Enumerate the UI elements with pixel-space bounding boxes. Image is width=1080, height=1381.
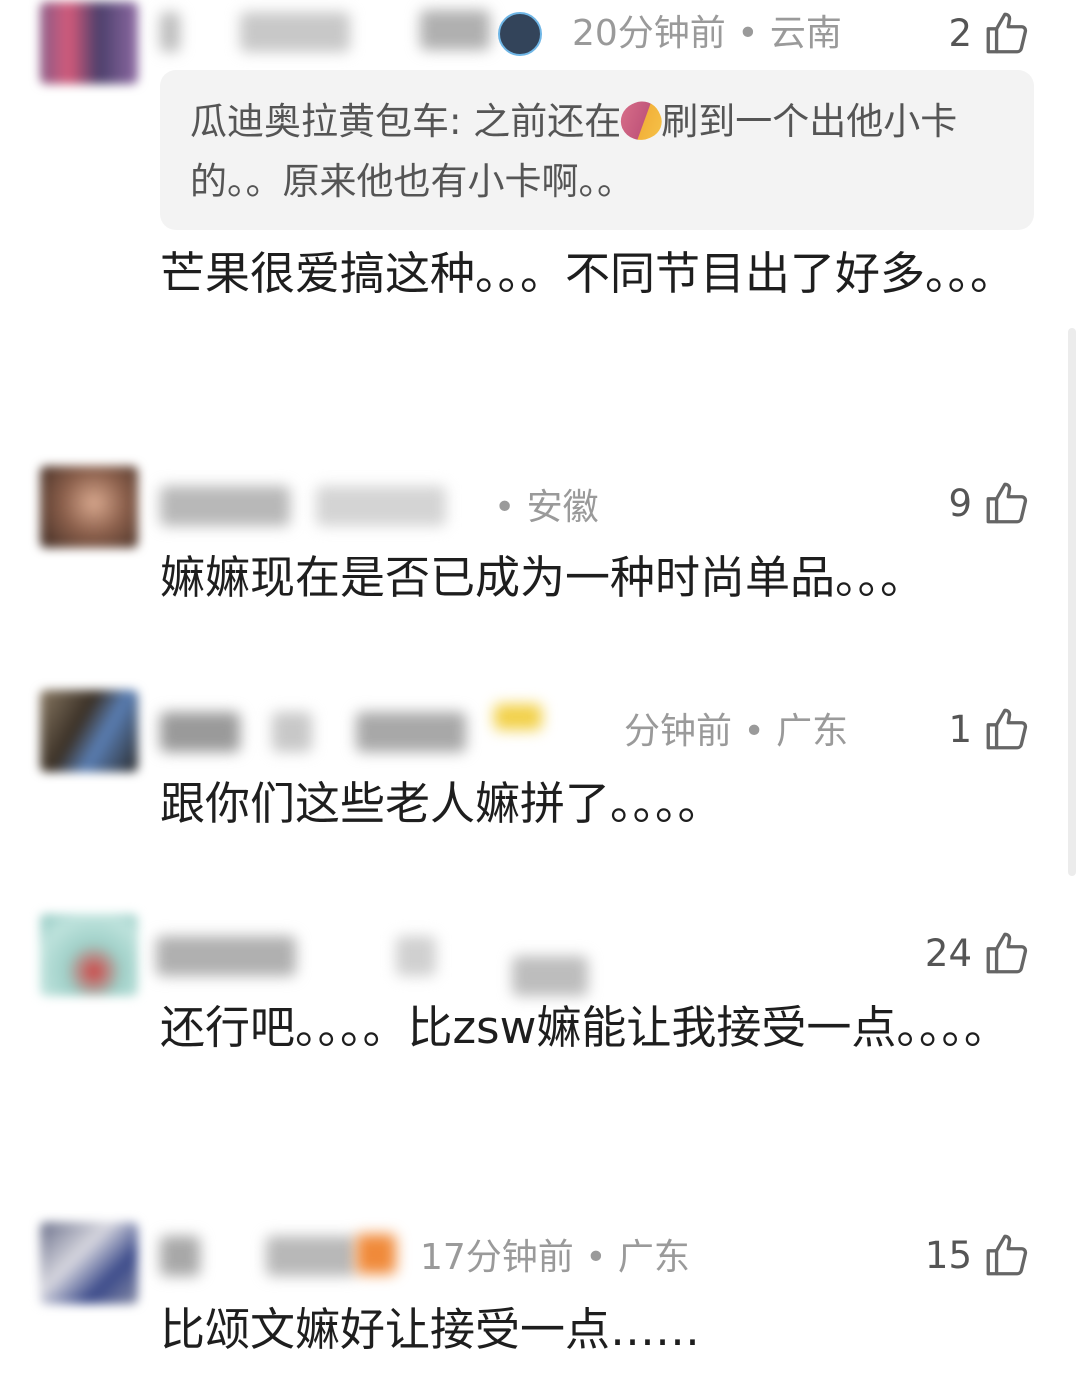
username-blurred[interactable] — [160, 712, 240, 752]
like-button[interactable]: 1 — [948, 704, 1032, 754]
comment-text: 嫲嫲现在是否已成为一种时尚单品。。。 — [160, 551, 926, 604]
comment-text: 比颂文嫲好让接受一点…… — [160, 1303, 701, 1356]
like-count: 15 — [924, 1233, 972, 1277]
avatar[interactable] — [40, 1222, 138, 1304]
like-count: 2 — [948, 11, 972, 55]
comment-meta: 20分钟前 • 云南 — [572, 13, 842, 54]
avatar[interactable] — [40, 914, 138, 996]
avatar[interactable] — [40, 466, 138, 548]
comment-text: 芒果很爱搞这种。。。不同节目出了好多。。。 — [160, 247, 1016, 300]
username-blurred[interactable] — [266, 1236, 356, 1276]
like-count: 9 — [948, 481, 972, 525]
penguin-badge-icon — [498, 12, 542, 56]
quoted-reply-text: 瓜迪奥拉黄包车: 之前还在 刷到一个出他小卡的。。原来他也有小卡啊。。 — [190, 92, 1010, 212]
username-blurred[interactable] — [356, 712, 466, 752]
avatar[interactable] — [40, 2, 138, 84]
like-count: 1 — [948, 707, 972, 751]
username-blurred[interactable] — [160, 12, 180, 52]
like-button[interactable]: 15 — [925, 1230, 1032, 1280]
username-blurred[interactable] — [160, 486, 290, 526]
sweet-potato-emoji — [615, 95, 668, 147]
thumbs-up-icon — [986, 1234, 1028, 1276]
username-blurred[interactable] — [316, 486, 446, 526]
scrollbar[interactable] — [1068, 328, 1076, 876]
username-blurred[interactable] — [420, 10, 490, 50]
comment-text: 跟你们这些老人嫲拼了。。。。 — [160, 777, 723, 830]
username-blurred[interactable] — [396, 936, 436, 976]
username-blurred[interactable] — [156, 936, 296, 976]
username-blurred[interactable] — [272, 712, 312, 752]
avatar[interactable] — [40, 690, 138, 772]
thumbs-up-icon — [986, 708, 1028, 750]
comment-meta: 分钟前 • 广东 — [624, 711, 849, 752]
username-blurred[interactable] — [240, 12, 350, 52]
username-blurred[interactable] — [160, 1236, 200, 1276]
badge-blurred — [356, 1234, 396, 1274]
like-count: 24 — [924, 931, 972, 975]
quoted-reply-prefix: 瓜迪奥拉黄包车: 之前还在 — [190, 100, 622, 143]
like-button[interactable]: 2 — [948, 8, 1032, 58]
badge-blurred — [494, 704, 542, 730]
thumbs-up-icon — [986, 12, 1028, 54]
thumbs-up-icon — [986, 932, 1028, 974]
quoted-reply[interactable]: 瓜迪奥拉黄包车: 之前还在 刷到一个出他小卡的。。原来他也有小卡啊。。 — [160, 70, 1034, 230]
comment-meta: • 安徽 — [494, 487, 599, 528]
comment-meta: 17分钟前 • 广东 — [420, 1237, 690, 1278]
comment-text: 还行吧。。。。比zsw嫲能让我接受一点。。。。 — [160, 1001, 1009, 1054]
thumbs-up-icon — [986, 482, 1028, 524]
like-button[interactable]: 9 — [948, 478, 1032, 528]
like-button[interactable]: 24 — [925, 928, 1032, 978]
